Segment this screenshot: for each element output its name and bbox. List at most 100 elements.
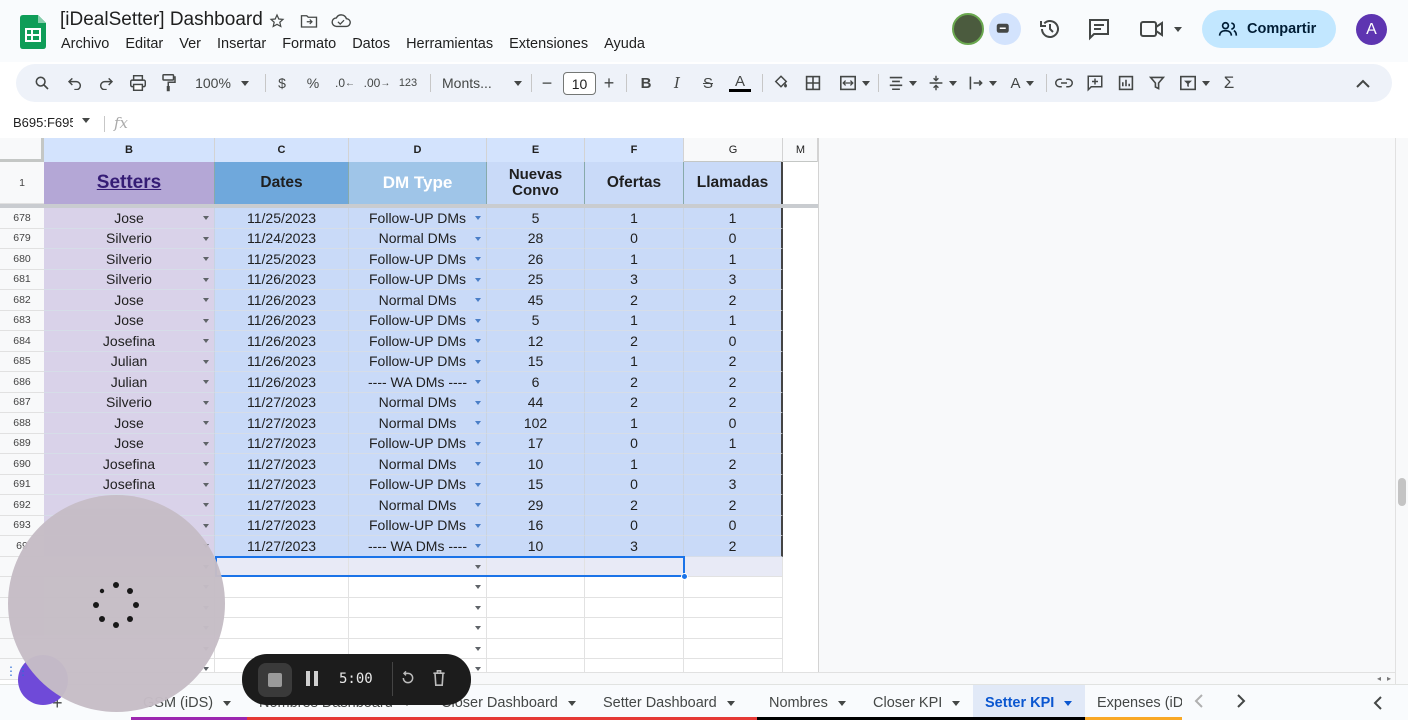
- setter-cell[interactable]: Julian: [44, 351, 215, 372]
- ofertas-cell[interactable]: [585, 638, 684, 659]
- dropdown-arrow-icon[interactable]: [203, 503, 209, 507]
- date-cell[interactable]: 11/26/2023: [215, 269, 349, 290]
- llamadas-cell[interactable]: 3: [684, 269, 783, 290]
- comments-icon[interactable]: [1087, 17, 1111, 46]
- setter-cell[interactable]: Josefina: [44, 331, 215, 352]
- nuevas-convo-cell[interactable]: [487, 618, 585, 639]
- paint-format-icon[interactable]: [157, 64, 181, 102]
- ofertas-cell[interactable]: 0: [585, 474, 684, 495]
- dm-type-cell[interactable]: Follow-UP DMs: [349, 474, 487, 495]
- menu-ver[interactable]: Ver: [171, 35, 209, 53]
- name-box[interactable]: B695:F695: [13, 115, 73, 130]
- decrease-decimal-button[interactable]: .0 ←: [334, 64, 356, 102]
- llamadas-cell[interactable]: [684, 618, 783, 639]
- filter-icon[interactable]: [1145, 64, 1169, 102]
- dropdown-arrow-icon[interactable]: [475, 605, 481, 610]
- dropdown-arrow-icon[interactable]: [203, 257, 209, 261]
- dropdown-arrow-icon[interactable]: [475, 503, 481, 507]
- row-header[interactable]: 690: [0, 454, 44, 475]
- llamadas-cell[interactable]: 1: [684, 433, 783, 454]
- dm-type-cell[interactable]: Follow-UP DMs: [349, 433, 487, 454]
- dropdown-arrow-icon[interactable]: [475, 626, 481, 630]
- date-cell[interactable]: [215, 597, 349, 618]
- date-cell[interactable]: 11/26/2023: [215, 351, 349, 372]
- header-ofertas[interactable]: Ofertas: [585, 162, 684, 204]
- text-rotation-button[interactable]: A: [1004, 64, 1040, 102]
- date-cell[interactable]: 11/27/2023: [215, 474, 349, 495]
- ofertas-cell[interactable]: 2: [585, 290, 684, 311]
- nuevas-convo-cell[interactable]: 15: [487, 474, 585, 495]
- dropdown-arrow-icon[interactable]: [475, 646, 481, 651]
- collaborator-avatar[interactable]: [952, 13, 984, 45]
- setter-cell[interactable]: Silverio: [44, 228, 215, 249]
- currency-format-button[interactable]: $: [272, 64, 292, 102]
- sheet-tab[interactable]: Expenses (iD: [1085, 685, 1182, 720]
- chevron-down-icon[interactable]: [726, 700, 735, 706]
- header-llamadas[interactable]: Llamadas: [684, 162, 783, 204]
- nuevas-convo-cell[interactable]: 25: [487, 269, 585, 290]
- date-cell[interactable]: 11/27/2023: [215, 433, 349, 454]
- date-cell[interactable]: 11/26/2023: [215, 290, 349, 311]
- nuevas-convo-cell[interactable]: [487, 577, 585, 598]
- llamadas-cell[interactable]: 0: [684, 413, 783, 434]
- dm-type-cell[interactable]: Follow-UP DMs: [349, 310, 487, 331]
- nuevas-convo-cell[interactable]: 12: [487, 331, 585, 352]
- ofertas-cell[interactable]: 0: [585, 433, 684, 454]
- dropdown-arrow-icon[interactable]: [203, 216, 209, 220]
- row-header[interactable]: 691: [0, 474, 44, 495]
- date-cell[interactable]: 11/27/2023: [215, 495, 349, 516]
- menu-datos[interactable]: Datos: [344, 35, 398, 53]
- header-nuevas-convo[interactable]: Nuevas Convo: [487, 162, 585, 204]
- number-format-button[interactable]: 123: [397, 64, 419, 102]
- column-header-d[interactable]: D: [349, 138, 487, 162]
- dropdown-arrow-icon[interactable]: [203, 400, 209, 405]
- column-header-c[interactable]: C: [215, 138, 349, 162]
- zoom-select[interactable]: 100%: [190, 64, 254, 102]
- dm-type-cell[interactable]: Normal DMs: [349, 495, 487, 516]
- dropdown-arrow-icon[interactable]: [203, 298, 209, 302]
- history-icon[interactable]: [1038, 17, 1062, 46]
- row-header[interactable]: 678: [0, 208, 44, 229]
- dropdown-arrow-icon[interactable]: [203, 339, 209, 343]
- scroll-left-icon[interactable]: ◂: [1377, 674, 1381, 683]
- sheet-tab[interactable]: Setter Dashboard: [591, 685, 757, 720]
- vertical-align-button[interactable]: [924, 64, 960, 102]
- tabs-scroll-left-icon[interactable]: [1194, 694, 1204, 713]
- dropdown-arrow-icon[interactable]: [203, 482, 209, 487]
- llamadas-cell[interactable]: [684, 577, 783, 598]
- sheet-tab[interactable]: Closer KPI: [861, 685, 973, 720]
- llamadas-cell[interactable]: 2: [684, 454, 783, 475]
- dropdown-arrow-icon[interactable]: [475, 441, 481, 446]
- decrease-font-size-button[interactable]: −: [539, 64, 555, 102]
- column-header-f[interactable]: F: [585, 138, 684, 162]
- nuevas-convo-cell[interactable]: 16: [487, 515, 585, 536]
- percent-format-button[interactable]: %: [303, 64, 323, 102]
- restart-recording-icon[interactable]: [400, 670, 416, 691]
- dropdown-arrow-icon[interactable]: [475, 216, 481, 220]
- ofertas-cell[interactable]: 3: [585, 269, 684, 290]
- chevron-down-icon[interactable]: [82, 118, 90, 123]
- sidebar-collapse-icon[interactable]: [1373, 696, 1383, 715]
- cloud-status-icon[interactable]: [330, 10, 352, 32]
- font-size-input[interactable]: 10: [563, 72, 596, 95]
- dropdown-arrow-icon[interactable]: [475, 318, 481, 323]
- menu-editar[interactable]: Editar: [117, 35, 171, 53]
- dropdown-arrow-icon[interactable]: [475, 585, 481, 589]
- dm-type-cell[interactable]: Follow-UP DMs: [349, 351, 487, 372]
- date-cell[interactable]: 11/24/2023: [215, 228, 349, 249]
- llamadas-cell[interactable]: [684, 597, 783, 618]
- insert-comment-icon[interactable]: [1083, 64, 1107, 102]
- ofertas-cell[interactable]: 0: [585, 515, 684, 536]
- dm-type-cell[interactable]: Normal DMs: [349, 290, 487, 311]
- row-header[interactable]: 679: [0, 228, 44, 249]
- chevron-down-icon[interactable]: [567, 700, 576, 706]
- row-header[interactable]: 689: [0, 433, 44, 454]
- scrollbar-thumb[interactable]: [1398, 478, 1406, 506]
- nuevas-convo-cell[interactable]: 26: [487, 249, 585, 270]
- text-color-button[interactable]: A: [728, 64, 752, 102]
- column-header-g[interactable]: G: [684, 138, 783, 162]
- date-cell[interactable]: [215, 577, 349, 598]
- setter-cell[interactable]: Julian: [44, 372, 215, 393]
- dropdown-arrow-icon[interactable]: [203, 318, 209, 323]
- fill-handle[interactable]: [681, 573, 688, 580]
